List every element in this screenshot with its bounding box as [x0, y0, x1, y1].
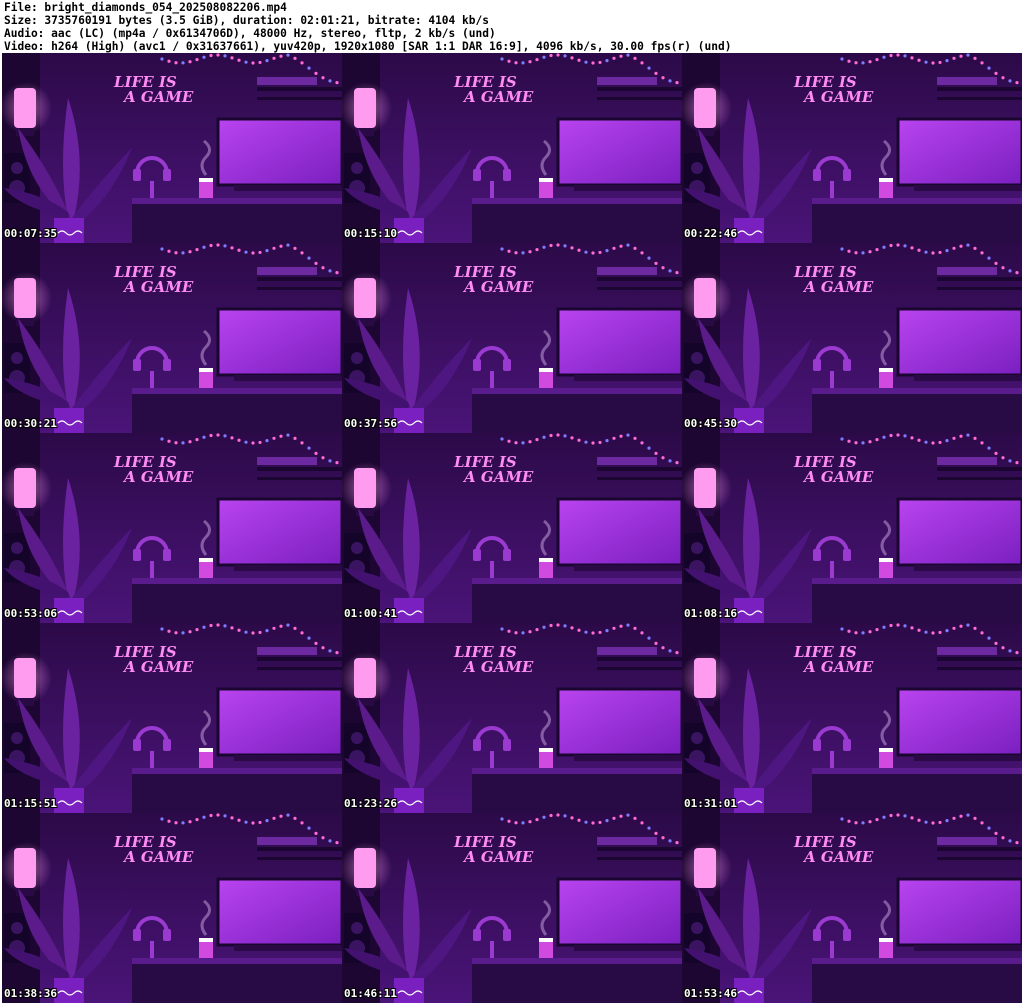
thumbnail-timestamp: 00:37:56 — [344, 417, 397, 430]
video-thumbnail: LIFE IS A GAME 01:31:01 — [682, 623, 1022, 813]
neon-sign-text: A GAME — [802, 848, 874, 866]
room-scene-image: LIFE ISA GAME — [682, 53, 1022, 243]
room-scene-image: LIFE ISA GAME — [342, 433, 682, 623]
size-line: Size: 3735760191 bytes (3.5 GiB), durati… — [4, 14, 489, 27]
room-scene-image: LIFE ISA GAME — [342, 813, 682, 1003]
neon-sign-text: A GAME — [122, 88, 194, 106]
video-thumbnail: LIFE IS A GAME 01:53:46 — [682, 813, 1022, 1003]
room-scene-image: LIFE ISA GAME — [342, 623, 682, 813]
neon-sign-text: A GAME — [122, 278, 194, 296]
room-scene-image: LIFE ISA GAME — [682, 623, 1022, 813]
thumbnail-grid: LIFE IS A GAME 00:07:35 LIFE IS A GAME 0… — [2, 53, 1022, 1003]
video-thumbnail: LIFE IS A GAME 00:30:21 — [2, 243, 342, 433]
video-thumbnail: LIFE IS A GAME 01:08:16 — [682, 433, 1022, 623]
video-thumbnail: LIFE IS A GAME 00:15:10 — [342, 53, 682, 243]
thumbnail-timestamp: 00:22:46 — [684, 227, 737, 240]
neon-sign-text: A GAME — [462, 848, 534, 866]
video-thumbnail: LIFE IS A GAME 01:38:36 — [2, 813, 342, 1003]
thumbnail-timestamp: 00:07:35 — [4, 227, 57, 240]
room-scene-image: LIFE ISA GAME — [342, 53, 682, 243]
room-scene-image: LIFE ISA GAME — [682, 433, 1022, 623]
video-line: Video: h264 (High) (avc1 / 0x31637661), … — [4, 40, 732, 53]
neon-sign-text: A GAME — [462, 468, 534, 486]
neon-sign-text: A GAME — [122, 848, 194, 866]
video-thumbnail: LIFE IS A GAME 00:22:46 — [682, 53, 1022, 243]
thumbnail-timestamp: 00:15:10 — [344, 227, 397, 240]
audio-line: Audio: aac (LC) (mp4a / 0x6134706D), 480… — [4, 27, 496, 40]
thumbnail-timestamp: 01:00:41 — [344, 607, 397, 620]
neon-sign-text: A GAME — [462, 88, 534, 106]
neon-sign-text: A GAME — [802, 278, 874, 296]
file-line: File: bright_diamonds_054_202508082206.m… — [4, 1, 287, 14]
video-thumbnail: LIFE IS A GAME 01:46:11 — [342, 813, 682, 1003]
video-thumbnail: LIFE IS A GAME 00:37:56 — [342, 243, 682, 433]
thumbnail-timestamp: 00:30:21 — [4, 417, 57, 430]
room-scene-image: LIFE ISA GAME — [342, 243, 682, 433]
thumbnail-timestamp: 01:53:46 — [684, 987, 737, 1000]
room-scene-image: LIFE ISA GAME — [2, 53, 342, 243]
neon-sign-text: A GAME — [462, 278, 534, 296]
video-thumbnail: LIFE IS A GAME 00:07:35 — [2, 53, 342, 243]
file-info-header: File: bright_diamonds_054_202508082206.m… — [4, 1, 1020, 53]
thumbnail-timestamp: 01:15:51 — [4, 797, 57, 810]
video-thumbnail: LIFE IS A GAME 01:23:26 — [342, 623, 682, 813]
room-scene-image: LIFE ISA GAME — [2, 623, 342, 813]
thumbnail-timestamp: 01:08:16 — [684, 607, 737, 620]
video-thumbnail: LIFE IS A GAME 00:45:30 — [682, 243, 1022, 433]
neon-sign-text: A GAME — [122, 658, 194, 676]
thumbnail-timestamp: 01:38:36 — [4, 987, 57, 1000]
thumbnail-timestamp: 00:45:30 — [684, 417, 737, 430]
thumbnail-timestamp: 01:31:01 — [684, 797, 737, 810]
room-scene-image: LIFE ISA GAME — [2, 243, 342, 433]
neon-sign-text: A GAME — [802, 658, 874, 676]
neon-sign-text: A GAME — [802, 468, 874, 486]
thumbnail-timestamp: 00:53:06 — [4, 607, 57, 620]
thumbnail-timestamp: 01:23:26 — [344, 797, 397, 810]
room-scene-image: LIFE ISA GAME — [2, 813, 342, 1003]
room-scene-image: LIFE ISA GAME — [682, 243, 1022, 433]
room-scene-image: LIFE ISA GAME — [2, 433, 342, 623]
neon-sign-text: A GAME — [802, 88, 874, 106]
video-thumbnail: LIFE IS A GAME 01:15:51 — [2, 623, 342, 813]
thumbnail-timestamp: 01:46:11 — [344, 987, 397, 1000]
room-scene-image: LIFE ISA GAME — [682, 813, 1022, 1003]
neon-sign-text: A GAME — [122, 468, 194, 486]
video-thumbnail: LIFE IS A GAME 00:53:06 — [2, 433, 342, 623]
video-thumbnail: LIFE IS A GAME 01:00:41 — [342, 433, 682, 623]
neon-sign-text: A GAME — [462, 658, 534, 676]
